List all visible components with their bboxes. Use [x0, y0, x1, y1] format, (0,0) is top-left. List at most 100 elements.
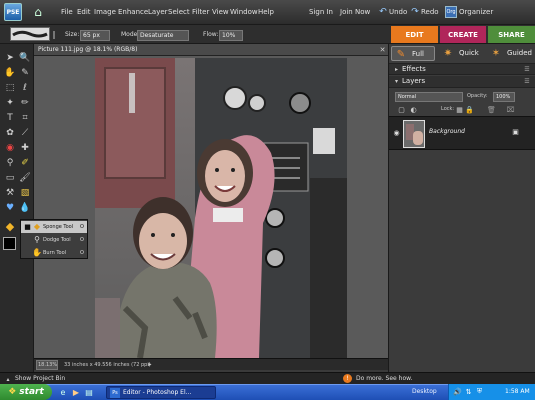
move-tool-icon[interactable]: ➤ — [4, 52, 16, 64]
layer-row-background[interactable]: ◉ Background ▣ — [389, 116, 535, 150]
organizer-button[interactable]: Organizer — [459, 8, 493, 16]
security-icon[interactable]: ⛨ — [475, 387, 484, 396]
redo-button[interactable]: Redo — [421, 8, 439, 16]
hand-tool-icon[interactable]: ✋ — [4, 67, 16, 79]
menu-select[interactable]: Select — [168, 8, 190, 16]
magic-wand-tool-icon[interactable]: ✦ — [4, 97, 16, 109]
menu-window[interactable]: Window — [230, 8, 258, 16]
network-icon[interactable]: ⇅ — [464, 387, 473, 396]
trash-icon[interactable]: ⌧ — [506, 105, 515, 114]
flyout-item-dodge[interactable]: ⚲ Dodge Tool O — [21, 234, 87, 246]
menu-file[interactable]: File — [61, 8, 73, 16]
menu-view[interactable]: View — [212, 8, 229, 16]
subtab-quick[interactable]: ✷ Quick — [439, 46, 485, 61]
flyout-item-burn[interactable]: ✋ Burn Tool O — [21, 247, 87, 259]
menu-filter[interactable]: Filter — [192, 8, 209, 16]
size-field[interactable]: 65 px — [80, 30, 110, 41]
menu-enhance[interactable]: Enhance — [118, 8, 148, 16]
quicklaunch-desktop-icon[interactable]: ▤ — [84, 387, 94, 397]
smart-brush-tool-icon[interactable]: ⚒ — [4, 187, 16, 199]
selection-brush-tool-icon[interactable]: ✏ — [19, 97, 31, 109]
shape-tool-icon[interactable]: ♥ — [4, 202, 16, 214]
flow-field[interactable]: 10% — [219, 30, 243, 41]
layer-name[interactable]: Background — [429, 128, 465, 135]
redo-icon[interactable]: ↷ — [410, 6, 420, 18]
new-layer-icon[interactable]: ▢ — [397, 105, 406, 114]
start-button[interactable]: ❖ start — [0, 384, 52, 400]
straighten-tool-icon[interactable]: ⟋ — [19, 127, 31, 139]
menu-edit[interactable]: Edit — [77, 8, 91, 16]
opacity-field[interactable]: 100% — [493, 92, 515, 102]
tab-edit[interactable]: EDIT — [391, 26, 438, 43]
red-eye-tool-icon[interactable]: ◉ — [4, 142, 16, 154]
tab-share[interactable]: SHARE — [488, 26, 535, 43]
subtab-full[interactable]: ✎ Full — [391, 46, 435, 61]
organizer-icon[interactable]: Org — [445, 6, 457, 18]
brush-stroke-icon — [12, 30, 48, 38]
sign-in-link[interactable]: Sign In — [309, 8, 333, 16]
taskbar-app-item[interactable]: Ps Editor - Photoshop El... — [106, 386, 216, 399]
flow-label: Flow: — [203, 31, 219, 38]
marquee-tool-icon[interactable]: ⬚ — [4, 82, 16, 94]
menu-help[interactable]: Help — [258, 8, 274, 16]
spot-healing-tool-icon[interactable]: ✚ — [19, 142, 31, 154]
layers-panel-header[interactable]: ▾ Layers ☰ — [389, 76, 535, 88]
show-project-bin[interactable]: Show Project Bin — [15, 375, 65, 382]
do-more-link[interactable]: Do more. See how. — [356, 375, 412, 382]
thumb-figure — [413, 131, 423, 145]
pencil-tool-icon[interactable]: ✐ — [19, 157, 31, 169]
subtab-guided-label: Guided — [507, 49, 532, 57]
right-panel: ✎ Full ✷ Quick ✶ Guided ▸ Effects ☰ ▾ La… — [388, 44, 535, 372]
effects-panel-header[interactable]: ▸ Effects ☰ — [389, 63, 535, 75]
volume-icon[interactable]: 🔊 — [453, 387, 462, 396]
brush-tool-icon[interactable]: 🖌 — [19, 172, 31, 184]
clock: 1:58 AM — [505, 388, 530, 395]
undo-button[interactable]: Undo — [389, 8, 407, 16]
tab-create[interactable]: CREATE — [440, 26, 486, 43]
flyout-label-sponge: Sponge Tool — [43, 224, 74, 230]
clone-stamp-tool-icon[interactable]: ⚲ — [4, 157, 16, 169]
zoom-tool-icon[interactable]: 🔍 — [19, 52, 31, 64]
adjustment-layer-icon[interactable]: ◐ — [409, 105, 418, 114]
panel-menu-icon[interactable]: ☰ — [523, 78, 531, 85]
blur-tool-icon[interactable]: 💧 — [19, 202, 31, 214]
lasso-tool-icon[interactable]: ℓ — [19, 82, 31, 94]
eye-icon[interactable]: ◉ — [392, 128, 401, 138]
paint-bucket-tool-icon[interactable]: ▧ — [19, 187, 31, 199]
status-arrow-icon[interactable]: ▸ — [146, 361, 154, 369]
zoom-field[interactable]: 18.13% — [36, 360, 58, 370]
bottom-bar: ▴ Show Project Bin ! Do more. See how. — [0, 372, 535, 384]
effects-title: Effects — [402, 65, 426, 73]
app-logo: PSE — [4, 3, 22, 21]
undo-icon[interactable]: ↶ — [378, 6, 388, 18]
delete-layer-icon[interactable]: 🗑 — [487, 105, 496, 114]
join-now-link[interactable]: Join Now — [340, 8, 370, 16]
desktop-toolbar-label[interactable]: Desktop — [412, 388, 437, 395]
cookie-cutter-tool-icon[interactable]: ✿ — [4, 127, 16, 139]
eraser-tool-icon[interactable]: ▭ — [4, 172, 16, 184]
crop-tool-icon[interactable]: ⌗ — [19, 112, 31, 124]
type-tool-icon[interactable]: T — [4, 112, 16, 124]
foreground-color-swatch[interactable] — [3, 237, 16, 250]
brush-preview[interactable] — [10, 27, 50, 41]
mode-select[interactable]: Desaturate — [137, 30, 189, 41]
project-bin-arrow-icon[interactable]: ▴ — [4, 375, 12, 383]
eyedropper-tool-icon[interactable]: ✎ — [19, 67, 31, 79]
info-icon: ! — [343, 374, 352, 383]
subtab-guided[interactable]: ✶ Guided — [487, 46, 533, 61]
close-document-icon[interactable]: ✕ — [378, 45, 387, 54]
flyout-key-sponge: O — [80, 224, 84, 230]
menu-image[interactable]: Image — [94, 8, 116, 16]
lock-transparent-icon[interactable]: ▦ — [455, 105, 464, 114]
brush-dropdown-arrow[interactable] — [53, 31, 55, 39]
sponge-tool-icon[interactable]: ◆ — [4, 220, 16, 233]
blend-mode-select[interactable]: Normal — [395, 92, 463, 102]
lock-all-icon[interactable]: 🔒 — [465, 105, 474, 114]
quicklaunch-media-icon[interactable]: ▶ — [71, 387, 81, 397]
home-icon[interactable]: ⌂ — [30, 4, 46, 20]
menu-layer[interactable]: Layer — [148, 8, 168, 16]
quicklaunch-ie-icon[interactable]: e — [58, 387, 68, 397]
flyout-item-sponge[interactable]: ■ ◆ Sponge Tool O — [21, 221, 87, 233]
document-photo[interactable] — [95, 58, 347, 358]
panel-menu-icon[interactable]: ☰ — [523, 66, 531, 73]
